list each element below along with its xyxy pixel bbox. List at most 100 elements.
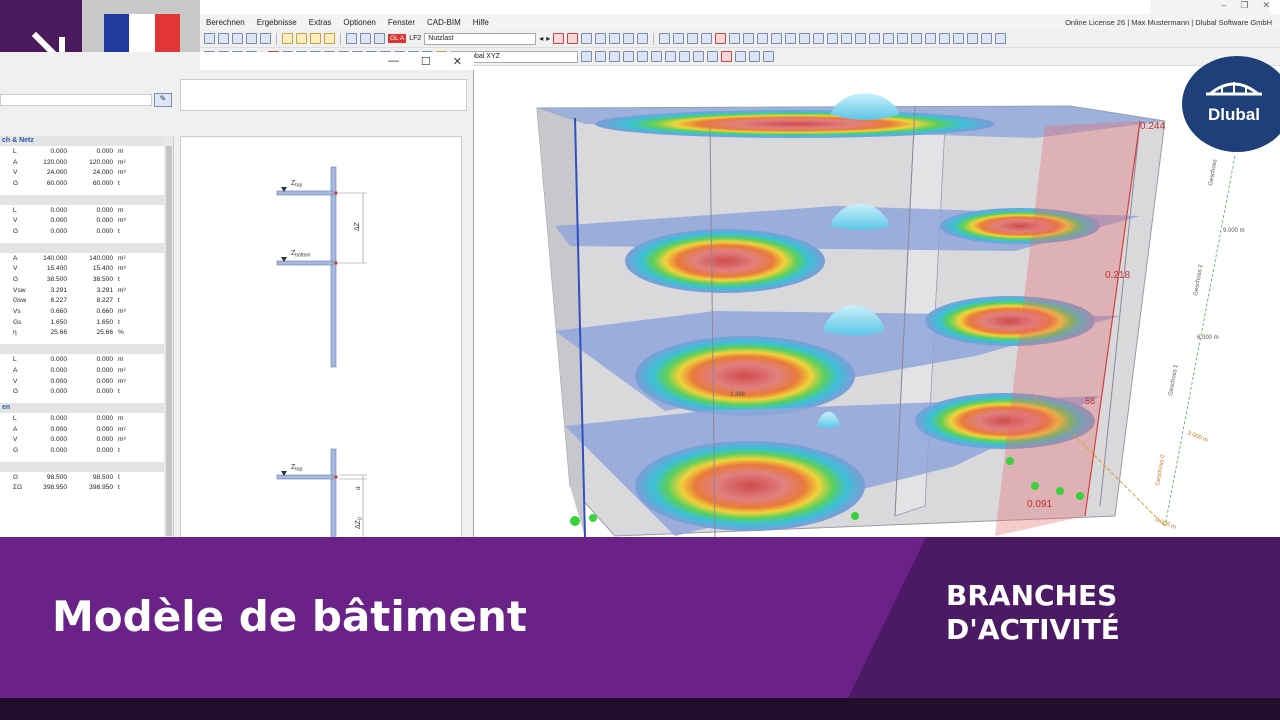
edit-button[interactable]: ✎	[154, 93, 172, 107]
toolbar-button-icon[interactable]	[595, 51, 606, 62]
table-cell: 0.000	[96, 377, 113, 385]
toolbar-button-icon[interactable]	[925, 33, 937, 44]
toolbar-button-icon[interactable]	[729, 33, 741, 44]
toolbar-button-icon[interactable]	[897, 33, 909, 44]
toolbar-button-icon[interactable]	[623, 51, 634, 62]
toolbar-button-icon[interactable]	[799, 33, 811, 44]
toolbar-button-icon[interactable]	[609, 51, 620, 62]
model-viewport[interactable]: 0.244 0.218 0.091 2.396 58 9.000 m 6.000…	[475, 66, 1280, 537]
toolbar-button-icon[interactable]	[771, 33, 783, 44]
restore-icon[interactable]: ❐	[1240, 0, 1248, 14]
load-case-combo[interactable]: Nutzlast	[424, 32, 537, 45]
toolbar-button-icon[interactable]	[981, 33, 993, 44]
toolbar-button-icon[interactable]	[324, 33, 335, 44]
toolbar-button-icon[interactable]	[346, 33, 357, 44]
toolbar-button-icon[interactable]	[743, 33, 755, 44]
toolbar-button-icon[interactable]	[693, 51, 704, 62]
toolbar-button-icon[interactable]	[785, 33, 797, 44]
toolbar-button-icon[interactable]	[595, 33, 607, 44]
table-cell: G	[13, 473, 19, 481]
toolbar-button-icon[interactable]	[813, 33, 825, 44]
toolbar-button-icon[interactable]	[869, 33, 881, 44]
maximize-icon[interactable]: ☐	[421, 55, 431, 68]
toolbar-button-icon[interactable]	[749, 51, 760, 62]
toolbar-button-icon[interactable]	[939, 33, 951, 44]
table-cell: 0.000	[96, 436, 113, 444]
prev-icon[interactable]: ◂	[539, 34, 543, 43]
toolbar-button-icon[interactable]	[715, 33, 727, 44]
menu-item-cad-bim[interactable]: CAD-BIM	[421, 18, 467, 27]
license-info: Online License 26 | Max Mustermann | Dlu…	[1065, 17, 1272, 27]
toolbar-button-icon[interactable]	[581, 51, 592, 62]
toolbar-button-icon[interactable]	[609, 33, 621, 44]
menu-item-berechnen[interactable]: Berechnen	[200, 18, 251, 27]
table-cell: 398.950	[89, 484, 113, 492]
toolbar-button-icon[interactable]	[296, 33, 307, 44]
toolbar-button-icon[interactable]	[581, 33, 593, 44]
scrollbar-thumb[interactable]	[166, 146, 172, 536]
toolbar-button-icon[interactable]	[623, 33, 635, 44]
toolbar-button-icon[interactable]	[763, 51, 774, 62]
toolbar-button-icon[interactable]	[701, 33, 713, 44]
close-icon[interactable]: ✕	[1262, 0, 1270, 14]
toolbar-button-icon[interactable]	[360, 33, 371, 44]
scrollbar[interactable]	[164, 136, 173, 538]
table-cell: 0.660	[50, 308, 67, 316]
toolbar-button-icon[interactable]	[841, 33, 853, 44]
menu-item-hilfe[interactable]: Hilfe	[467, 18, 495, 27]
toolbar-button-icon[interactable]	[883, 33, 895, 44]
toolbar-button-icon[interactable]	[567, 33, 579, 44]
menu-item-optionen[interactable]: Optionen	[337, 18, 381, 27]
name-field[interactable]	[0, 94, 152, 106]
toolbar-button-icon[interactable]	[260, 33, 271, 44]
toolbar-button-icon[interactable]	[553, 33, 565, 44]
toolbar-button-icon[interactable]	[967, 33, 979, 44]
toolbar-button-icon[interactable]	[687, 33, 699, 44]
table-cell: L	[13, 206, 17, 214]
toolbar-button-icon[interactable]	[651, 51, 662, 62]
toolbar-button-icon[interactable]	[665, 51, 676, 62]
toolbar-button-icon[interactable]	[953, 33, 965, 44]
menu-item-fenster[interactable]: Fenster	[382, 18, 421, 27]
toolbar-button-icon[interactable]	[679, 51, 690, 62]
toolbar-button-icon[interactable]	[673, 33, 685, 44]
table-cell: t	[118, 297, 120, 305]
toolbar-button-icon[interactable]	[659, 33, 671, 44]
minimize-icon[interactable]: –	[1221, 0, 1226, 14]
toolbar-button-icon[interactable]	[855, 33, 867, 44]
next-icon[interactable]: ▸	[546, 34, 550, 43]
table-cell: 0.000	[50, 206, 67, 214]
table-cell: 0.000	[50, 388, 67, 396]
group-header	[0, 461, 173, 472]
toolbar-button-icon[interactable]	[707, 51, 718, 62]
table-cell: V	[13, 169, 18, 177]
toolbar-button-icon[interactable]	[637, 51, 648, 62]
table-cell: V	[13, 436, 18, 444]
toolbar-button-icon[interactable]	[995, 33, 1007, 44]
toolbar-button-icon[interactable]	[204, 33, 215, 44]
toolbar-button-icon[interactable]	[735, 51, 746, 62]
close-icon[interactable]: ✕	[453, 55, 462, 68]
minimize-icon[interactable]: —	[388, 55, 399, 67]
toolbar-button-icon[interactable]	[246, 33, 257, 44]
table-cell: 398.950	[43, 484, 67, 492]
table-cell: 120.000	[89, 158, 113, 166]
toolbar-button-icon[interactable]	[827, 33, 839, 44]
table-cell: 0.000	[96, 227, 113, 235]
toolbar-button-icon[interactable]	[282, 33, 293, 44]
toolbar-button-icon[interactable]	[232, 33, 243, 44]
toolbar-button-icon[interactable]	[911, 33, 923, 44]
table-cell: 140.000	[43, 254, 67, 262]
menu-item-extras[interactable]: Extras	[303, 18, 338, 27]
toolbar-button-icon[interactable]	[374, 33, 385, 44]
table-cell: 140.000	[89, 254, 113, 262]
toolbar-button-icon[interactable]	[721, 51, 732, 62]
menu-item-ergebnisse[interactable]: Ergebnisse	[251, 18, 303, 27]
toolbar-button-icon[interactable]	[637, 33, 649, 44]
table-cell: t	[118, 179, 120, 187]
toolbar-button-icon[interactable]	[310, 33, 321, 44]
toolbar-button-icon[interactable]	[757, 33, 769, 44]
table-row: G 60.000 60.000 t	[0, 178, 173, 189]
toolbar-button-icon[interactable]	[218, 33, 229, 44]
table-cell: m	[118, 147, 124, 155]
